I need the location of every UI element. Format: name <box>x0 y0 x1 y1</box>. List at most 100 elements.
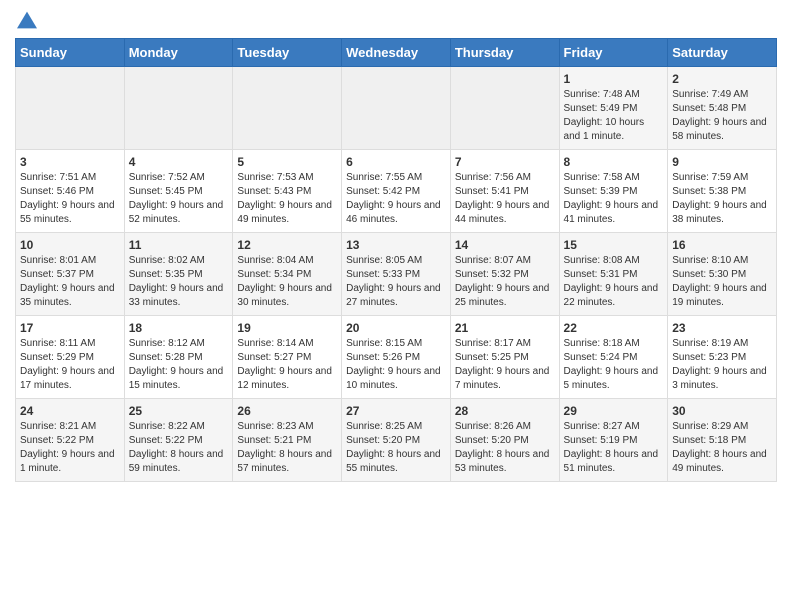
calendar-week-row: 3Sunrise: 7:51 AMSunset: 5:46 PMDaylight… <box>16 150 777 233</box>
day-number: 19 <box>237 321 337 335</box>
day-info: Sunrise: 8:01 AMSunset: 5:37 PMDaylight:… <box>20 254 120 310</box>
calendar-cell <box>342 67 451 150</box>
calendar-cell: 8Sunrise: 7:58 AMSunset: 5:39 PMDaylight… <box>559 150 668 233</box>
day-info: Sunrise: 7:59 AMSunset: 5:38 PMDaylight:… <box>672 171 772 227</box>
day-number: 6 <box>346 155 446 169</box>
calendar-cell <box>124 67 233 150</box>
day-number: 9 <box>672 155 772 169</box>
calendar-table: SundayMondayTuesdayWednesdayThursdayFrid… <box>15 38 777 482</box>
day-number: 27 <box>346 404 446 418</box>
calendar-week-row: 1 Sunrise: 7:48 AMSunset: 5:49 PMDaylight… <box>16 67 777 150</box>
day-number: 23 <box>672 321 772 335</box>
day-number: 13 <box>346 238 446 252</box>
calendar-cell <box>16 67 125 150</box>
day-info: Sunrise: 7:55 AMSunset: 5:42 PMDaylight:… <box>346 171 446 227</box>
day-info: Sunrise: 8:02 AMSunset: 5:35 PMDaylight:… <box>129 254 229 310</box>
day-header-thursday: Thursday <box>450 39 559 67</box>
day-number: 20 <box>346 321 446 335</box>
calendar-cell: 26 Sunrise: 8:23 AMSunset: 5:21 PMDayligh… <box>233 399 342 482</box>
calendar-week-row: 24 Sunrise: 8:21 AMSunset: 5:22 PMDayligh… <box>16 399 777 482</box>
calendar-week-row: 17 Sunrise: 8:11 AMSunset: 5:29 PMDayligh… <box>16 316 777 399</box>
day-header-friday: Friday <box>559 39 668 67</box>
calendar-week-row: 10 Sunrise: 8:01 AMSunset: 5:37 PMDayligh… <box>16 233 777 316</box>
calendar-cell: 22 Sunrise: 8:18 AMSunset: 5:24 PMDayligh… <box>559 316 668 399</box>
calendar-cell: 11 Sunrise: 8:02 AMSunset: 5:35 PMDayligh… <box>124 233 233 316</box>
day-number: 21 <box>455 321 555 335</box>
calendar-cell: 14 Sunrise: 8:07 AMSunset: 5:32 PMDayligh… <box>450 233 559 316</box>
calendar-cell: 20 Sunrise: 8:15 AMSunset: 5:26 PMDayligh… <box>342 316 451 399</box>
day-number: 24 <box>20 404 120 418</box>
calendar-cell: 19 Sunrise: 8:14 AMSunset: 5:27 PMDayligh… <box>233 316 342 399</box>
page-header <box>15 10 777 30</box>
calendar-cell: 16Sunrise: 8:10 AMSunset: 5:30 PMDayligh… <box>668 233 777 316</box>
day-info: Sunrise: 7:56 AMSunset: 5:41 PMDaylight:… <box>455 171 555 227</box>
day-number: 15 <box>564 238 664 252</box>
page-container: SundayMondayTuesdayWednesdayThursdayFrid… <box>0 0 792 492</box>
day-number: 25 <box>129 404 229 418</box>
day-info: Sunrise: 8:17 AMSunset: 5:25 PMDaylight:… <box>455 337 555 393</box>
calendar-cell: 29 Sunrise: 8:27 AMSunset: 5:19 PMDayligh… <box>559 399 668 482</box>
calendar-cell: 23 Sunrise: 8:19 AMSunset: 5:23 PMDayligh… <box>668 316 777 399</box>
day-header-sunday: Sunday <box>16 39 125 67</box>
calendar-cell: 4Sunrise: 7:52 AMSunset: 5:45 PMDaylight… <box>124 150 233 233</box>
calendar-cell: 28Sunrise: 8:26 AMSunset: 5:20 PMDayligh… <box>450 399 559 482</box>
day-number: 17 <box>20 321 120 335</box>
calendar-cell: 30 Sunrise: 8:29 AMSunset: 5:18 PMDayligh… <box>668 399 777 482</box>
day-header-tuesday: Tuesday <box>233 39 342 67</box>
calendar-cell: 10 Sunrise: 8:01 AMSunset: 5:37 PMDayligh… <box>16 233 125 316</box>
day-number: 12 <box>237 238 337 252</box>
day-info: Sunrise: 8:12 AMSunset: 5:28 PMDaylight:… <box>129 337 229 393</box>
day-number: 28 <box>455 404 555 418</box>
day-info: Sunrise: 8:08 AMSunset: 5:31 PMDaylight:… <box>564 254 664 310</box>
day-number: 5 <box>237 155 337 169</box>
day-info: Sunrise: 8:04 AMSunset: 5:34 PMDaylight:… <box>237 254 337 310</box>
day-info: Sunrise: 7:51 AMSunset: 5:46 PMDaylight:… <box>20 171 120 227</box>
day-number: 22 <box>564 321 664 335</box>
logo-icon <box>17 10 37 30</box>
day-number: 7 <box>455 155 555 169</box>
calendar-cell: 21 Sunrise: 8:17 AMSunset: 5:25 PMDayligh… <box>450 316 559 399</box>
day-info: Sunrise: 8:10 AMSunset: 5:30 PMDaylight:… <box>672 254 772 310</box>
calendar-cell: 3Sunrise: 7:51 AMSunset: 5:46 PMDaylight… <box>16 150 125 233</box>
day-info: Sunrise: 8:27 AMSunset: 5:19 PMDaylight:… <box>564 420 664 476</box>
day-number: 26 <box>237 404 337 418</box>
day-info: Sunrise: 8:21 AMSunset: 5:22 PMDaylight:… <box>20 420 120 476</box>
day-number: 2 <box>672 72 772 86</box>
calendar-cell: 24 Sunrise: 8:21 AMSunset: 5:22 PMDayligh… <box>16 399 125 482</box>
day-header-monday: Monday <box>124 39 233 67</box>
day-number: 18 <box>129 321 229 335</box>
day-info: Sunrise: 8:23 AMSunset: 5:21 PMDaylight:… <box>237 420 337 476</box>
calendar-cell: 5 Sunrise: 7:53 AMSunset: 5:43 PMDaylight… <box>233 150 342 233</box>
logo-text <box>15 10 37 30</box>
day-number: 11 <box>129 238 229 252</box>
day-info: Sunrise: 7:53 AMSunset: 5:43 PMDaylight:… <box>237 171 337 227</box>
calendar-cell <box>450 67 559 150</box>
day-info: Sunrise: 7:52 AMSunset: 5:45 PMDaylight:… <box>129 171 229 227</box>
day-info: Sunrise: 7:48 AMSunset: 5:49 PMDaylight:… <box>564 88 664 144</box>
day-info: Sunrise: 7:49 AMSunset: 5:48 PMDaylight:… <box>672 88 772 144</box>
calendar-cell: 9 Sunrise: 7:59 AMSunset: 5:38 PMDaylight… <box>668 150 777 233</box>
day-info: Sunrise: 8:14 AMSunset: 5:27 PMDaylight:… <box>237 337 337 393</box>
day-info: Sunrise: 8:07 AMSunset: 5:32 PMDaylight:… <box>455 254 555 310</box>
day-header-wednesday: Wednesday <box>342 39 451 67</box>
day-info: Sunrise: 8:11 AMSunset: 5:29 PMDaylight:… <box>20 337 120 393</box>
day-info: Sunrise: 8:05 AMSunset: 5:33 PMDaylight:… <box>346 254 446 310</box>
calendar-cell: 17 Sunrise: 8:11 AMSunset: 5:29 PMDayligh… <box>16 316 125 399</box>
calendar-cell: 12 Sunrise: 8:04 AMSunset: 5:34 PMDayligh… <box>233 233 342 316</box>
day-number: 1 <box>564 72 664 86</box>
day-info: Sunrise: 8:25 AMSunset: 5:20 PMDaylight:… <box>346 420 446 476</box>
day-number: 30 <box>672 404 772 418</box>
day-number: 14 <box>455 238 555 252</box>
day-number: 10 <box>20 238 120 252</box>
day-info: Sunrise: 8:29 AMSunset: 5:18 PMDaylight:… <box>672 420 772 476</box>
day-info: Sunrise: 8:22 AMSunset: 5:22 PMDaylight:… <box>129 420 229 476</box>
day-info: Sunrise: 7:58 AMSunset: 5:39 PMDaylight:… <box>564 171 664 227</box>
logo <box>15 10 37 30</box>
calendar-cell: 13 Sunrise: 8:05 AMSunset: 5:33 PMDayligh… <box>342 233 451 316</box>
calendar-cell: 6 Sunrise: 7:55 AMSunset: 5:42 PMDaylight… <box>342 150 451 233</box>
day-number: 29 <box>564 404 664 418</box>
day-info: Sunrise: 8:18 AMSunset: 5:24 PMDaylight:… <box>564 337 664 393</box>
day-info: Sunrise: 8:19 AMSunset: 5:23 PMDaylight:… <box>672 337 772 393</box>
calendar-cell: 18 Sunrise: 8:12 AMSunset: 5:28 PMDayligh… <box>124 316 233 399</box>
day-info: Sunrise: 8:15 AMSunset: 5:26 PMDaylight:… <box>346 337 446 393</box>
